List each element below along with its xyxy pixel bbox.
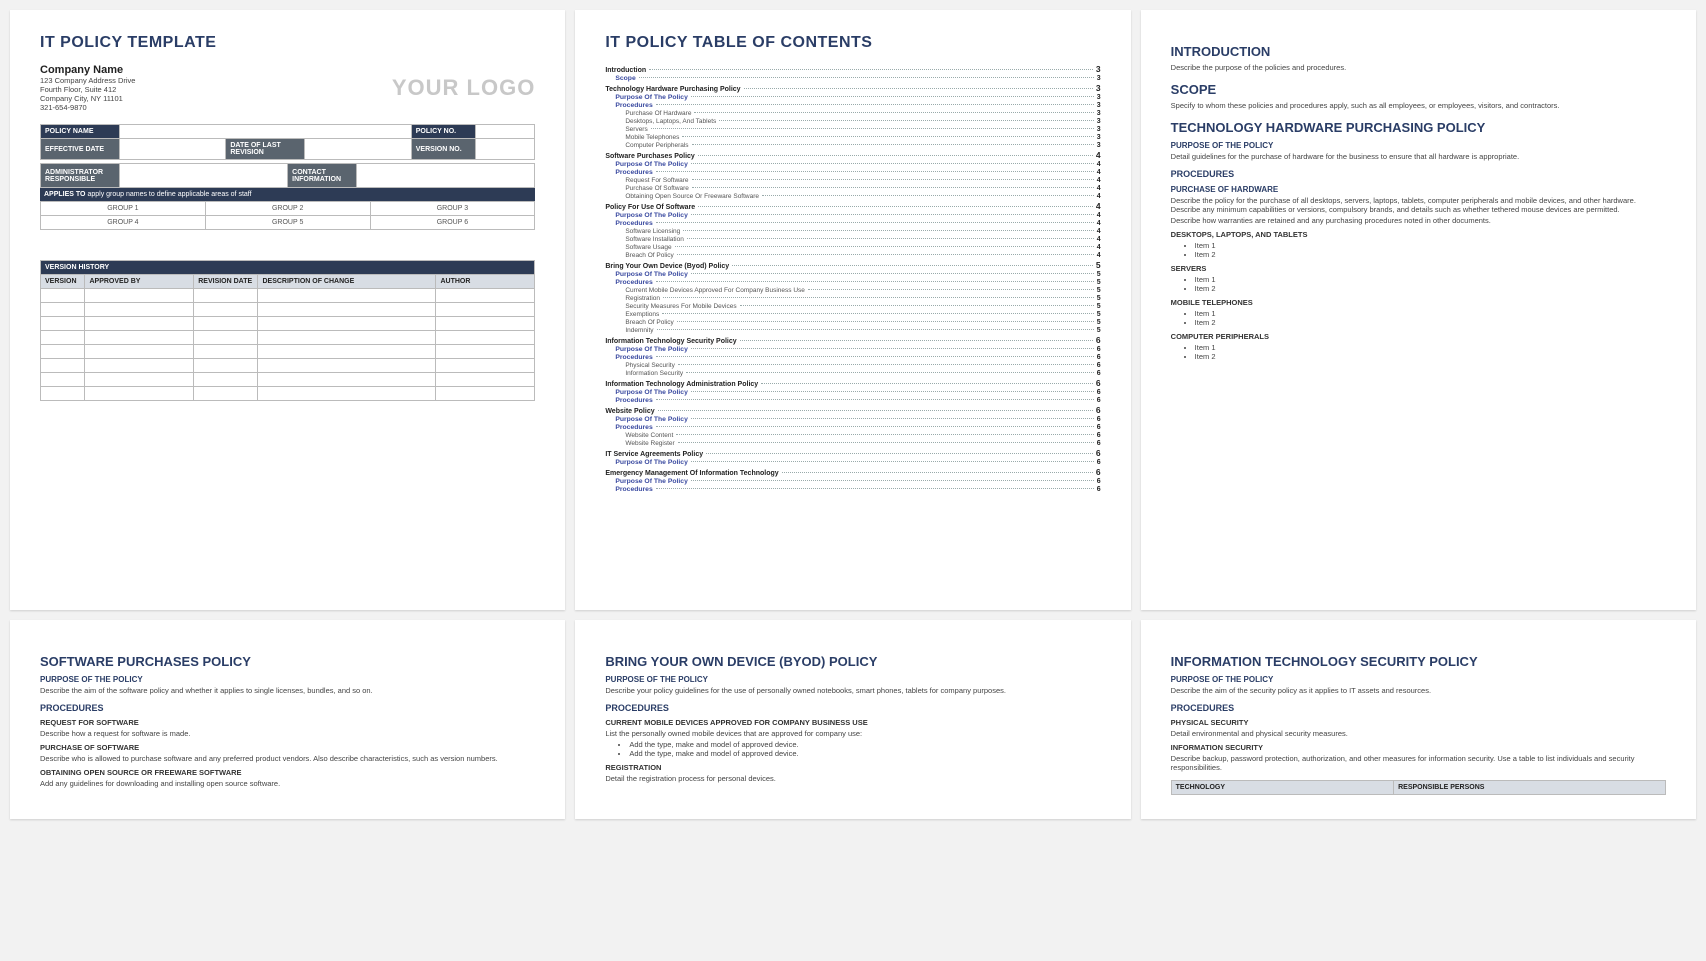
toc-entry: Information Technology Administration Po… bbox=[605, 378, 1100, 388]
toc-entry: Software Purchases Policy4 bbox=[605, 150, 1100, 160]
policy-name-label: POLICY NAME bbox=[41, 125, 120, 139]
page-security: INFORMATION TECHNOLOGY SECURITY POLICY P… bbox=[1141, 620, 1696, 819]
addr1: 123 Company Address Drive bbox=[40, 76, 135, 85]
toc-entry: Emergency Management Of Information Tech… bbox=[605, 467, 1100, 477]
logo-placeholder: YOUR LOGO bbox=[392, 75, 535, 101]
toc-entry: Purpose Of The Policy6 bbox=[615, 459, 1100, 466]
toc-entry: Purpose Of The Policy6 bbox=[615, 478, 1100, 485]
toc-entry: Purchase Of Software4 bbox=[625, 185, 1100, 192]
toc-entry: Procedures6 bbox=[615, 354, 1100, 361]
table-row bbox=[41, 345, 535, 359]
table-row bbox=[41, 303, 535, 317]
toc-entry: Purpose Of The Policy3 bbox=[615, 94, 1100, 101]
list-item: Item 1Item 2 bbox=[1195, 241, 1666, 259]
page-byod: BRING YOUR OWN DEVICE (BYOD) POLICY PURP… bbox=[575, 620, 1130, 819]
toc-entry: Purpose Of The Policy6 bbox=[615, 346, 1100, 353]
toc-entry: Request For Software4 bbox=[625, 177, 1100, 184]
toc-entry: Current Mobile Devices Approved For Comp… bbox=[625, 287, 1100, 294]
policy-meta-table: POLICY NAME POLICY NO. EFFECTIVE DATE DA… bbox=[40, 124, 535, 160]
toc-entry: Purchase Of Hardware3 bbox=[625, 110, 1100, 117]
toc-entry: Purpose Of The Policy4 bbox=[615, 161, 1100, 168]
version-no-label: VERSION NO. bbox=[411, 139, 475, 160]
toc-entry: Purpose Of The Policy5 bbox=[615, 271, 1100, 278]
toc-entry: Indemnity5 bbox=[625, 327, 1100, 334]
toc-entry: Information Technology Security Policy6 bbox=[605, 335, 1100, 345]
toc-entry: Website Content6 bbox=[625, 432, 1100, 439]
toc-entry: Website Policy6 bbox=[605, 405, 1100, 415]
toc-entry: Software Licensing4 bbox=[625, 228, 1100, 235]
toc-entry: Bring Your Own Device (Byod) Policy5 bbox=[605, 260, 1100, 270]
toc-entry: Procedures3 bbox=[615, 102, 1100, 109]
groups-table: GROUP 1 GROUP 2 GROUP 3 GROUP 4 GROUP 5 … bbox=[40, 201, 535, 230]
toc-entry: Policy For Use Of Software4 bbox=[605, 201, 1100, 211]
page-software: SOFTWARE PURCHASES POLICY PURPOSE OF THE… bbox=[10, 620, 565, 819]
table-row bbox=[41, 387, 535, 401]
toc-entry: Procedures4 bbox=[615, 169, 1100, 176]
toc-entry: Technology Hardware Purchasing Policy3 bbox=[605, 83, 1100, 93]
phone: 321-654-9870 bbox=[40, 103, 135, 112]
table-row bbox=[41, 289, 535, 303]
addr2: Fourth Floor, Suite 412 bbox=[40, 85, 135, 94]
toc-entry: Software Usage4 bbox=[625, 244, 1100, 251]
version-history-table: VERSION HISTORY VERSION APPROVED BY REVI… bbox=[40, 260, 535, 401]
addr3: Company City, NY 11101 bbox=[40, 94, 135, 103]
toc-entry: Purpose Of The Policy6 bbox=[615, 416, 1100, 423]
policy-no-label: POLICY NO. bbox=[411, 125, 475, 139]
table-row bbox=[41, 331, 535, 345]
date-last-rev-label: DATE OF LAST REVISION bbox=[226, 139, 305, 160]
scope-heading: SCOPE bbox=[1171, 82, 1666, 97]
toc-entry: Procedures6 bbox=[615, 424, 1100, 431]
toc-list: Introduction3Scope3Technology Hardware P… bbox=[605, 64, 1100, 493]
toc-entry: Scope3 bbox=[615, 75, 1100, 82]
contact-label: CONTACT INFORMATION bbox=[288, 164, 357, 188]
toc-entry: Servers3 bbox=[625, 126, 1100, 133]
toc-entry: IT Service Agreements Policy6 bbox=[605, 448, 1100, 458]
toc-entry: Computer Peripherals3 bbox=[625, 142, 1100, 149]
doc-title: IT POLICY TEMPLATE bbox=[40, 34, 535, 52]
toc-entry: Procedures5 bbox=[615, 279, 1100, 286]
toc-entry: Information Security6 bbox=[625, 370, 1100, 377]
admin-table: ADMINISTRATOR RESPONSIBLE CONTACT INFORM… bbox=[40, 163, 535, 188]
company-name: Company Name bbox=[40, 64, 135, 76]
toc-entry: Software Installation4 bbox=[625, 236, 1100, 243]
table-row bbox=[41, 359, 535, 373]
page-toc: IT POLICY TABLE OF CONTENTS Introduction… bbox=[575, 10, 1130, 610]
toc-entry: Security Measures For Mobile Devices5 bbox=[625, 303, 1100, 310]
table-row bbox=[41, 373, 535, 387]
toc-entry: Introduction3 bbox=[605, 64, 1100, 74]
admin-label: ADMINISTRATOR RESPONSIBLE bbox=[41, 164, 120, 188]
toc-entry: Website Register6 bbox=[625, 440, 1100, 447]
toc-entry: Registration5 bbox=[625, 295, 1100, 302]
toc-entry: Obtaining Open Source Or Freeware Softwa… bbox=[625, 193, 1100, 200]
page-intro: INTRODUCTION Describe the purpose of the… bbox=[1141, 10, 1696, 610]
list-item: Item 1Item 2 bbox=[1195, 343, 1666, 361]
toc-entry: Procedures6 bbox=[615, 486, 1100, 493]
toc-title: IT POLICY TABLE OF CONTENTS bbox=[605, 34, 1100, 52]
applies-to-bar: APPLIES TO apply group names to define a… bbox=[40, 188, 535, 201]
page-template-cover: IT POLICY TEMPLATE Company Name 123 Comp… bbox=[10, 10, 565, 610]
toc-entry: Breach Of Policy4 bbox=[625, 252, 1100, 259]
effective-date-label: EFFECTIVE DATE bbox=[41, 139, 120, 160]
toc-entry: Purpose Of The Policy6 bbox=[615, 389, 1100, 396]
version-history-header: VERSION HISTORY bbox=[41, 261, 535, 275]
toc-entry: Physical Security6 bbox=[625, 362, 1100, 369]
toc-entry: Procedures6 bbox=[615, 397, 1100, 404]
toc-entry: Mobile Telephones3 bbox=[625, 134, 1100, 141]
security-table: TECHNOLOGY RESPONSIBLE PERSONS bbox=[1171, 780, 1666, 795]
toc-entry: Procedures4 bbox=[615, 220, 1100, 227]
thpp-heading: TECHNOLOGY HARDWARE PURCHASING POLICY bbox=[1171, 120, 1666, 135]
toc-entry: Desktops, Laptops, And Tablets3 bbox=[625, 118, 1100, 125]
list-item: Item 1Item 2 bbox=[1195, 309, 1666, 327]
toc-entry: Purpose Of The Policy4 bbox=[615, 212, 1100, 219]
list-item: Item 1Item 2 bbox=[1195, 275, 1666, 293]
toc-entry: Breach Of Policy5 bbox=[625, 319, 1100, 326]
intro-heading: INTRODUCTION bbox=[1171, 44, 1666, 59]
toc-entry: Exemptions5 bbox=[625, 311, 1100, 318]
table-row bbox=[41, 317, 535, 331]
list-item: Add the type, make and model of approved… bbox=[629, 740, 1100, 758]
